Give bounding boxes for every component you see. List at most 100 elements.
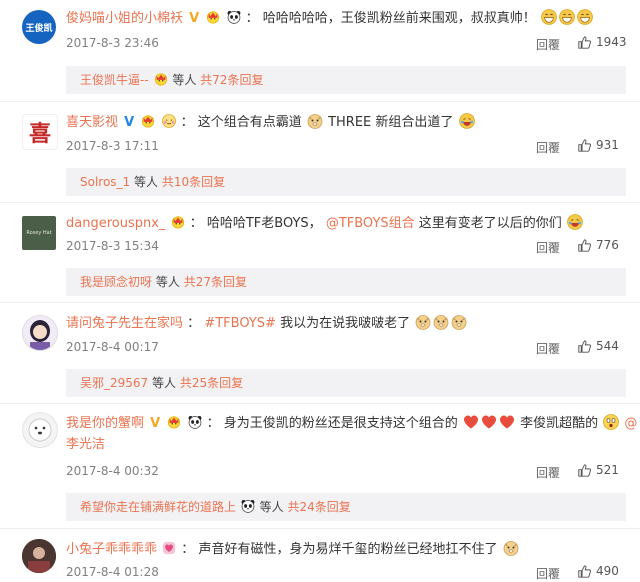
comment-item: 我是你的蟹啊 V ： 身为王俊凯的粉丝还是很支持这个组合的 李俊凯超酷的 @ 李…	[0, 404, 640, 526]
like-count: 521	[596, 463, 619, 477]
comment-body: 哈哈哈哈哈，王俊凯粉丝前来围观，叔叔真帅！	[262, 11, 536, 26]
username-link[interactable]: 我是你的蟹啊	[66, 416, 144, 431]
reply-author-link[interactable]: 我是顾念初呀	[80, 275, 152, 289]
girl-avatar-icon	[30, 320, 50, 350]
reply-summary[interactable]: 我是顾念初呀 等人 共27条回复	[66, 268, 626, 296]
photo-avatar-icon	[22, 539, 56, 573]
comment-text-line: 喜天影视 V ： 这个组合有点霸道 THREE 新组合出道了	[66, 113, 476, 132]
surprised-emoji-icon	[603, 414, 619, 430]
avatar[interactable]: 王俊凯	[22, 10, 56, 44]
topic-link[interactable]: #TFBOYS#	[204, 316, 276, 331]
avatar[interactable]	[22, 412, 58, 448]
avatar-label: 王俊凯	[25, 23, 53, 34]
comment-item: 王俊凯 俊妈喵小姐的小棉袄 V ： 哈哈哈哈哈，王俊凯粉丝前来围观，叔叔真帅！ …	[0, 0, 640, 100]
vip-crown-icon	[206, 10, 220, 24]
reply-summary[interactable]: 希望你走在铺满鲜花的道路上 等人 共24条回复	[66, 493, 626, 521]
heart-icon	[463, 414, 479, 430]
username-link[interactable]: 俊妈喵小姐的小棉袄	[66, 11, 183, 26]
member-badge-icon	[171, 215, 185, 229]
reply-summary[interactable]: 吴邪_29567 等人 共25条回复	[66, 369, 626, 397]
doge-emoji-icon	[433, 314, 449, 330]
grin-emoji-icon	[577, 9, 593, 25]
avatar[interactable]: Rosey Hat	[22, 216, 56, 250]
comment-date: 2017-8-4 00:32	[66, 464, 159, 478]
mention-link[interactable]: @	[624, 416, 637, 431]
doge-emoji-icon	[307, 113, 323, 129]
avatar[interactable]	[22, 315, 58, 351]
reply-count-link[interactable]: 共24条回复	[288, 500, 351, 514]
like-count: 544	[596, 339, 619, 353]
avatar[interactable]: 喜	[22, 114, 58, 150]
avatar[interactable]	[22, 539, 56, 573]
comment-date: 2017-8-3 17:11	[66, 139, 159, 153]
like-button[interactable]: 490	[578, 564, 619, 578]
like-button[interactable]: 1943	[578, 35, 627, 49]
reply-author-link[interactable]: 希望你走在铺满鲜花的道路上	[80, 500, 236, 514]
reply-button[interactable]: 回覆	[536, 239, 560, 256]
reply-summary-text: 等人	[152, 376, 177, 390]
reply-button[interactable]: 回覆	[536, 464, 560, 481]
comment-date: 2017-8-4 00:17	[66, 340, 159, 354]
doge-emoji-icon	[415, 314, 431, 330]
reply-summary-text: 等人	[259, 500, 284, 514]
reply-count-link[interactable]: 共72条回复	[200, 73, 263, 87]
username-link[interactable]: 喜天影视	[66, 115, 118, 130]
like-count: 931	[596, 138, 619, 152]
doge-emoji-icon	[503, 540, 519, 556]
panda-badge-icon	[188, 415, 202, 429]
reply-button[interactable]: 回覆	[536, 340, 560, 357]
like-button[interactable]: 931	[578, 138, 619, 152]
username-link[interactable]: 请问兔子先生在家吗	[66, 316, 183, 331]
like-count: 490	[596, 564, 619, 578]
panda-badge-icon	[227, 10, 241, 24]
username-link[interactable]: dangerouspnx_	[66, 216, 165, 231]
laugh-cry-emoji-icon	[567, 214, 583, 230]
vip-crown-icon	[167, 415, 181, 429]
heart-badge-icon	[162, 541, 176, 555]
avatar-label: 喜	[28, 122, 51, 147]
vip-crown-icon	[154, 72, 168, 86]
comment-item: Rosey Hat dangerouspnx_ ： 哈哈哈TF老BOYS， @T…	[0, 203, 640, 301]
thumbs-up-icon	[578, 464, 591, 477]
thumbs-up-icon	[578, 139, 591, 152]
like-button[interactable]: 776	[578, 238, 619, 252]
reply-summary-text: 等人	[155, 275, 180, 289]
comment-body-continued: 李俊凯超酷的	[520, 416, 599, 431]
comment-body: 声音好有磁性，身为易烊千玺的粉丝已经地扛不住了	[198, 542, 498, 557]
thumbs-up-icon	[578, 340, 591, 353]
comment-date: 2017-8-4 01:28	[66, 565, 159, 579]
like-count: 1943	[596, 35, 627, 49]
reply-summary-text: 等人	[134, 175, 159, 189]
reply-button[interactable]: 回覆	[536, 139, 560, 156]
thumbs-up-icon	[578, 36, 591, 49]
reply-button[interactable]: 回覆	[536, 36, 560, 53]
heart-icon	[499, 414, 515, 430]
reply-count-link[interactable]: 共10条回复	[162, 175, 225, 189]
like-button[interactable]: 521	[578, 463, 619, 477]
reply-author-link[interactable]: 吴邪_29567	[80, 376, 148, 390]
member-badge-icon	[162, 114, 176, 128]
like-button[interactable]: 544	[578, 339, 619, 353]
comment-body-continued: 这里有变老了以后的你们	[418, 216, 562, 231]
reply-count-link[interactable]: 共27条回复	[184, 275, 247, 289]
verified-v-icon: V	[189, 11, 200, 26]
comment-body: 这个组合有点霸道	[197, 115, 302, 130]
panda-badge-icon	[241, 499, 255, 513]
reply-author-link[interactable]: Solros_1	[80, 175, 130, 189]
comment-item: 喜 喜天影视 V ： 这个组合有点霸道 THREE 新组合出道了 2017-8-…	[0, 102, 640, 200]
username-link[interactable]: 小兔子乖乖乖乖	[66, 542, 157, 557]
reply-summary[interactable]: Solros_1 等人 共10条回复	[66, 168, 626, 196]
mention-link[interactable]: 李光洁	[66, 437, 105, 452]
comment-body: 我以为在说我啵啵老了	[280, 316, 411, 331]
reply-author-link[interactable]: 王俊凯牛逼--	[80, 73, 149, 87]
reply-button[interactable]: 回覆	[536, 565, 560, 582]
comment-date: 2017-8-3 15:34	[66, 239, 159, 253]
vip-crown-icon	[141, 114, 155, 128]
reply-count-link[interactable]: 共25条回复	[180, 376, 243, 390]
comment-item: 请问兔子先生在家吗 ： #TFBOYS# 我以为在说我啵啵老了 2017-8-4…	[0, 303, 640, 401]
comment-text-line: 小兔子乖乖乖乖 ： 声音好有磁性，身为易烊千玺的粉丝已经地扛不住了	[66, 540, 520, 559]
thumbs-up-icon	[578, 565, 591, 578]
comment-body-continued: THREE 新组合出道了	[328, 115, 454, 130]
mention-link[interactable]: @TFBOYS组合	[326, 216, 415, 231]
reply-summary[interactable]: 王俊凯牛逼-- 等人 共72条回复	[66, 66, 626, 94]
